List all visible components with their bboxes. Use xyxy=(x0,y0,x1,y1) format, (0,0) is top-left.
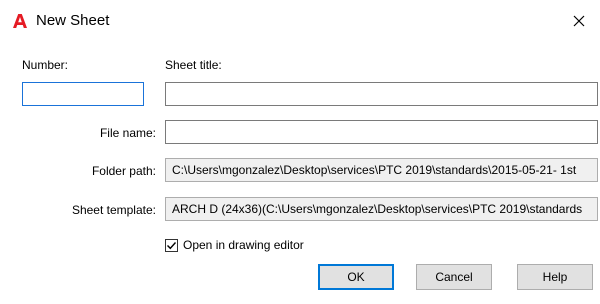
checkmark-icon xyxy=(167,241,177,249)
cancel-button[interactable]: Cancel xyxy=(416,264,492,290)
open-in-editor-label: Open in drawing editor xyxy=(183,238,304,252)
title-bar: New Sheet xyxy=(0,0,600,42)
sheet-title-label: Sheet title: xyxy=(165,58,222,72)
open-in-editor-option[interactable]: Open in drawing editor xyxy=(165,236,304,254)
help-button[interactable]: Help xyxy=(517,264,593,290)
window-title: New Sheet xyxy=(36,12,110,29)
number-input[interactable] xyxy=(22,82,144,106)
file-name-input[interactable] xyxy=(165,120,598,144)
file-name-label: File name: xyxy=(99,126,156,140)
close-icon xyxy=(573,15,585,27)
sheet-title-input[interactable] xyxy=(165,82,598,106)
open-in-editor-checkbox[interactable] xyxy=(165,238,178,252)
folder-path-label: Folder path: xyxy=(91,164,156,178)
sheet-template-field: ARCH D (24x36)(C:\Users\mgonzalez\Deskto… xyxy=(165,197,598,221)
sheet-template-label: Sheet template: xyxy=(71,203,156,217)
number-label: Number: xyxy=(22,58,69,72)
autocad-logo-icon xyxy=(13,14,27,28)
folder-path-field: C:\Users\mgonzalez\Desktop\services\PTC … xyxy=(165,158,598,182)
close-button[interactable] xyxy=(563,6,595,36)
ok-button[interactable]: OK xyxy=(318,264,394,290)
